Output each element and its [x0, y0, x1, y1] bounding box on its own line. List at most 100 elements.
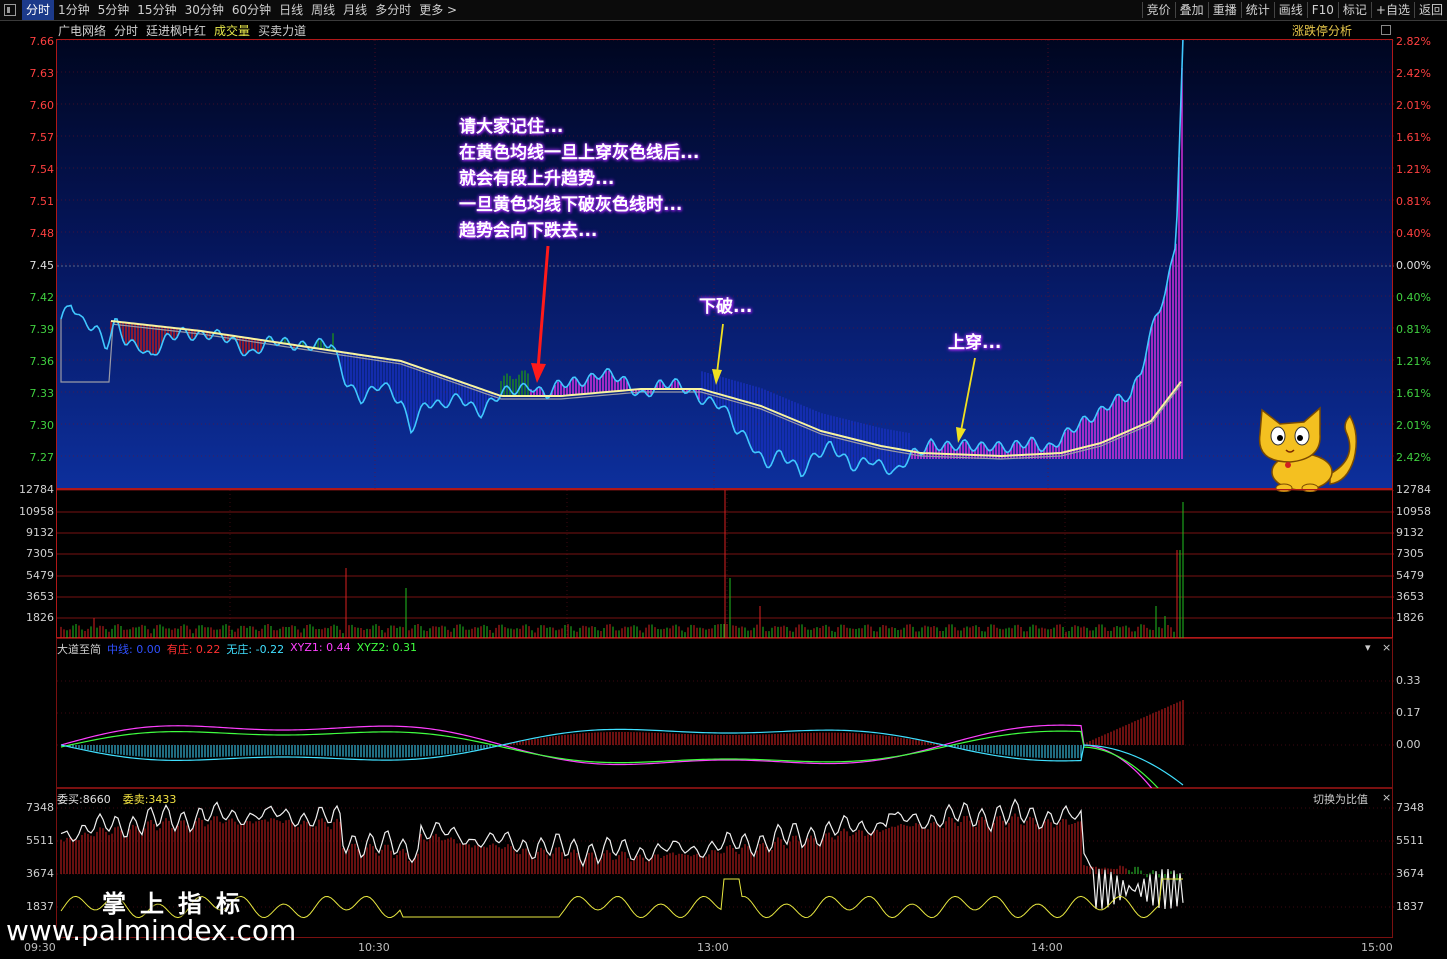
percent-tick: 2.01%	[1396, 419, 1431, 432]
price-chart-canvas	[57, 40, 1394, 490]
toolbar-button[interactable]: 返回	[1415, 0, 1447, 20]
volume-toggle[interactable]: 成交量	[214, 22, 250, 38]
price-tick: 7.54	[29, 163, 55, 176]
price-tick: 7.48	[29, 227, 55, 240]
volume-chart-canvas	[57, 490, 1394, 639]
percent-tick: 0.40%	[1396, 291, 1431, 304]
period-tab[interactable]: 日线	[275, 0, 307, 20]
chart-mode: 分时	[114, 24, 139, 38]
toolbar-button[interactable]: 标记	[1339, 0, 1371, 20]
period-tab[interactable]: 多分时	[371, 0, 415, 20]
yellow-arrow	[960, 357, 976, 432]
order-tick: 5511	[26, 834, 54, 847]
price-tick: 7.63	[29, 67, 55, 80]
price-tick: 7.39	[29, 323, 55, 336]
period-tab[interactable]: 月线	[339, 0, 371, 20]
order-tick: 3674	[26, 867, 54, 880]
volume-tick: 3653	[26, 590, 54, 603]
price-chart[interactable]	[56, 39, 1394, 490]
indicator-chart[interactable]	[56, 638, 1394, 789]
volume-tick: 1826	[1396, 611, 1424, 624]
order-tick: 7348	[1396, 801, 1424, 814]
limit-analysis-button[interactable]: 涨跌停分析	[1292, 22, 1352, 39]
watermark-url: www.palmindex.com	[6, 914, 297, 947]
period-tab[interactable]: 1分钟	[54, 0, 94, 20]
percent-tick: 0.40%	[1396, 227, 1431, 240]
period-tab[interactable]: 更多 >	[415, 0, 461, 20]
red-arrow-head	[531, 363, 546, 383]
indicator-tick: 0.17	[1396, 706, 1421, 719]
power-toggle[interactable]: 买卖力道	[258, 22, 306, 38]
annotation-line: 趋势会向下跌去...	[459, 221, 598, 241]
toolbar-button[interactable]: 画线	[1275, 0, 1307, 20]
break-down-label: 下破...	[699, 297, 753, 317]
order-tick: 5511	[1396, 834, 1424, 847]
period-tab[interactable]: 15分钟	[133, 0, 180, 20]
chart-header: 广电网络 分时 廷进枫叶红 成交量 买卖力道	[58, 22, 306, 38]
percent-tick: 1.61%	[1396, 387, 1431, 400]
price-tick: 7.51	[29, 195, 55, 208]
toolbar-button[interactable]: F10	[1308, 0, 1338, 20]
indicator-tick: 0.33	[1396, 674, 1421, 687]
signal-name: 廷进枫叶红	[146, 24, 207, 38]
price-tick: 7.45	[29, 259, 55, 272]
indicator-tick: 0.00	[1396, 738, 1421, 751]
panel-toggle-icon[interactable]	[4, 4, 16, 16]
percent-tick: 1.21%	[1396, 163, 1431, 176]
price-tick: 7.27	[29, 451, 55, 464]
price-tick: 7.66	[29, 35, 55, 48]
toolbar: 分时 1分钟 5分钟 15分钟 30分钟 60分钟 日线 周线 月线 多分时 更多 > 竞价 叠加 重播…	[0, 0, 1447, 21]
period-tab[interactable]: 60分钟	[228, 0, 275, 20]
toolbar-button[interactable]: +自选	[1372, 0, 1414, 20]
volume-tick: 9132	[1396, 526, 1424, 539]
price-line	[60, 40, 1184, 478]
price-tick: 7.57	[29, 131, 55, 144]
expand-icon[interactable]	[1381, 25, 1391, 35]
period-tab[interactable]: 分时	[22, 0, 55, 20]
annotation-line: 请大家记住...	[459, 117, 564, 137]
annotation-line: 在黄色均线一旦上穿灰色线后...	[459, 143, 700, 163]
red-arrow	[536, 245, 550, 370]
period-tab[interactable]: 周线	[307, 0, 339, 20]
volume-tick: 3653	[1396, 590, 1424, 603]
order-tick: 3674	[1396, 867, 1424, 880]
volume-tick: 10958	[19, 505, 54, 518]
time-tick: 13:00	[697, 941, 729, 954]
price-tick: 7.42	[29, 291, 55, 304]
percent-tick: 2.42%	[1396, 451, 1431, 464]
stock-name: 广电网络	[58, 24, 107, 38]
time-tick: 10:30	[358, 941, 390, 954]
percent-tick: 1.21%	[1396, 355, 1431, 368]
percent-tick: 2.42%	[1396, 67, 1431, 80]
break-up-label: 上穿...	[948, 333, 1002, 353]
yellow-arrow	[716, 323, 724, 374]
toolbar-button[interactable]: 竞价	[1143, 0, 1175, 20]
toolbar-button[interactable]: 重播	[1209, 0, 1241, 20]
order-tick: 7348	[26, 801, 54, 814]
annotation-line: 就会有段上升趋势...	[459, 169, 615, 189]
period-tab[interactable]: 30分钟	[181, 0, 228, 20]
price-tick: 7.30	[29, 419, 55, 432]
time-tick: 15:00	[1361, 941, 1393, 954]
tool-buttons: 竞价 叠加 重播 统计 画线 F10 标记 +自选 返回	[1141, 0, 1447, 20]
price-tick: 7.60	[29, 99, 55, 112]
volume-chart[interactable]	[56, 489, 1394, 639]
volume-tick: 12784	[1396, 483, 1431, 496]
order-tick: 1837	[1396, 900, 1424, 913]
percent-tick: 2.82%	[1396, 35, 1431, 48]
cat-mascot-icon	[1258, 406, 1357, 492]
price-tick: 7.36	[29, 355, 55, 368]
price-tick: 7.33	[29, 387, 55, 400]
annotation-text: 请大家记住... 在黄色均线一旦上穿灰色线后... 就会有段上升趋势... 一旦…	[459, 114, 699, 244]
volume-tick: 5479	[26, 569, 54, 582]
period-tabs: 分时 1分钟 5分钟 15分钟 30分钟 60分钟 日线 周线 月线 多分时 更多 >	[0, 0, 461, 20]
toolbar-button[interactable]: 叠加	[1176, 0, 1208, 20]
volume-tick: 10958	[1396, 505, 1431, 518]
annotation-line: 一旦黄色均线下破灰色线时...	[459, 195, 683, 215]
average-line	[110, 320, 1182, 458]
toolbar-button[interactable]: 统计	[1242, 0, 1274, 20]
volume-tick: 1826	[26, 611, 54, 624]
period-tab[interactable]: 5分钟	[94, 0, 134, 20]
percent-tick: 2.01%	[1396, 99, 1431, 112]
volume-tick: 12784	[19, 483, 54, 496]
